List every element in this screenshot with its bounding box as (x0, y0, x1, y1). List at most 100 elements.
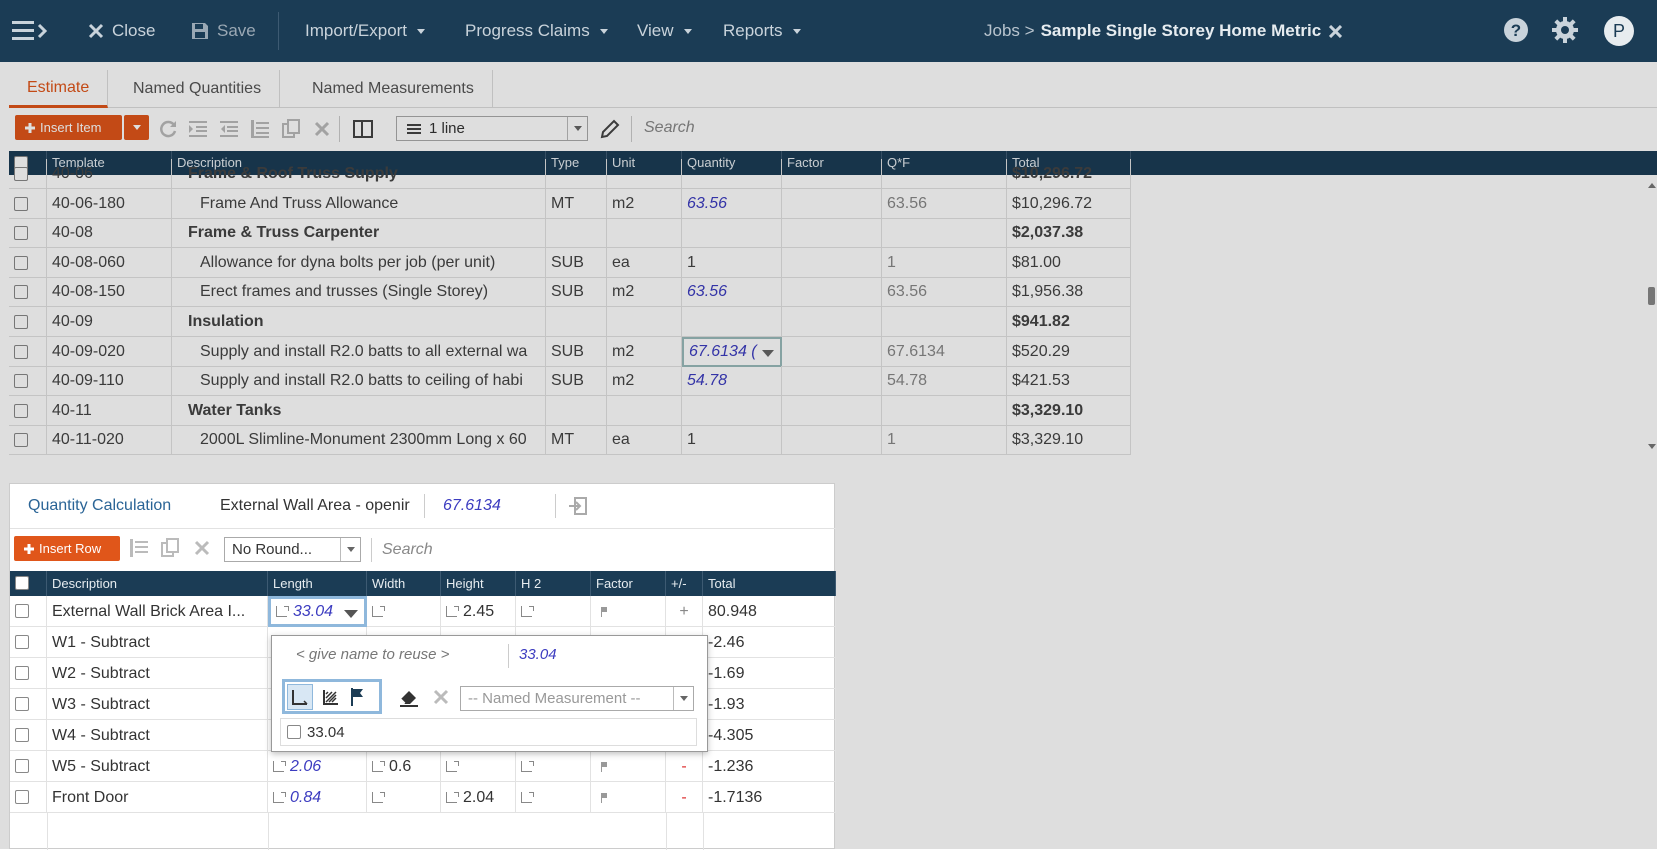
width-cell[interactable] (367, 782, 441, 813)
row-checkbox[interactable] (15, 728, 29, 742)
table-row[interactable]: Front Door 0.84 2.04 - -1.7136 (10, 782, 836, 813)
row-select-cell[interactable] (10, 782, 47, 813)
dropdown-arrow-icon (673, 687, 693, 710)
row-select-cell[interactable] (10, 596, 47, 627)
quantity-name-field[interactable]: External Wall Area - openir (220, 484, 433, 528)
plus-icon (24, 543, 34, 554)
row-checkbox[interactable] (15, 666, 29, 680)
length-cell[interactable]: 2.06 (268, 751, 367, 782)
close-button[interactable]: Close (88, 0, 155, 62)
total-cell[interactable]: -2.46 (703, 627, 836, 658)
total-cell[interactable]: -1.7136 (703, 782, 836, 813)
help-icon[interactable]: ? (1502, 16, 1530, 44)
rounding-select[interactable]: No Round... (224, 537, 361, 562)
menu-import-export[interactable]: Import/Export (305, 0, 426, 62)
copy-icon[interactable] (159, 537, 181, 559)
table-row[interactable]: External Wall Brick Area I... 33.04 2.45 +8… (10, 596, 836, 627)
row-select-cell[interactable] (10, 627, 47, 658)
row-select-cell[interactable] (10, 751, 47, 782)
column-header-description[interactable]: Description (47, 571, 268, 596)
row-checkbox[interactable] (15, 697, 29, 711)
caret-down-icon (417, 28, 426, 34)
length-dropdown-icon[interactable] (344, 610, 358, 618)
row-checkbox[interactable] (15, 790, 29, 804)
delete-icon[interactable] (431, 687, 451, 707)
height-cell[interactable]: 2.45 (441, 596, 516, 627)
qcalc-search-input[interactable]: Search (382, 541, 433, 559)
close-job-icon[interactable] (1329, 24, 1343, 38)
total-cell[interactable]: -1.93 (703, 689, 836, 720)
row-select-cell[interactable] (10, 689, 47, 720)
h2-cell[interactable] (516, 596, 591, 627)
h2-cell[interactable] (516, 751, 591, 782)
total-cell[interactable]: -1.236 (703, 751, 836, 782)
sign-cell[interactable]: + (666, 596, 703, 627)
avatar-letter: P (1612, 20, 1625, 41)
eraser-icon[interactable] (398, 686, 420, 708)
h2-cell[interactable] (516, 782, 591, 813)
measurement-name-input[interactable]: < give name to reuse > (296, 646, 449, 663)
total-cell[interactable]: 80.948 (703, 596, 836, 627)
column-header-factor[interactable]: Factor (591, 571, 666, 596)
measurement-type-icon (372, 606, 385, 618)
height-cell[interactable] (441, 751, 516, 782)
description-cell[interactable]: W4 - Subtract (47, 720, 268, 751)
measurement-list-item[interactable]: 33.04 (280, 718, 697, 746)
width-cell[interactable]: 0.6 (367, 751, 441, 782)
factor-cell[interactable] (591, 751, 666, 782)
caret-down-icon (683, 28, 692, 34)
measurement-checkbox[interactable] (287, 725, 301, 739)
settings-gear-icon[interactable] (1551, 16, 1579, 44)
named-measurement-select[interactable]: -- Named Measurement -- (460, 686, 694, 711)
row-select-cell[interactable] (10, 720, 47, 751)
description-cell[interactable]: W5 - Subtract (47, 751, 268, 782)
flag-icon (601, 606, 607, 617)
description-cell[interactable]: External Wall Brick Area I... (47, 596, 268, 627)
column-header-sign[interactable]: +/- (666, 571, 703, 596)
menu-reports[interactable]: Reports (723, 0, 801, 62)
breadcrumb-jobs[interactable]: Jobs > (984, 21, 1035, 41)
factor-cell[interactable] (591, 782, 666, 813)
apply-exit-icon[interactable] (568, 496, 588, 516)
group-rows-icon[interactable] (128, 537, 150, 559)
factor-cell[interactable] (591, 596, 666, 627)
menu-progress-claims[interactable]: Progress Claims (465, 0, 608, 62)
description-cell[interactable]: W3 - Subtract (47, 689, 268, 720)
column-header-h2[interactable]: H 2 (516, 571, 591, 596)
column-header-length[interactable]: Length (268, 571, 367, 596)
description-cell[interactable]: W1 - Subtract (47, 627, 268, 658)
save-button[interactable]: Save (191, 0, 256, 62)
description-cell[interactable]: Front Door (47, 782, 268, 813)
row-checkbox[interactable] (15, 604, 29, 618)
measurement-value[interactable]: 33.04 (519, 646, 557, 663)
sign-cell[interactable]: - (666, 782, 703, 813)
sign-cell[interactable]: - (666, 751, 703, 782)
total-cell[interactable]: -1.69 (703, 658, 836, 689)
length-mode-icon[interactable] (287, 683, 313, 710)
row-checkbox[interactable] (15, 635, 29, 649)
width-cell[interactable] (367, 596, 441, 627)
length-cell[interactable]: 33.04 (268, 596, 367, 627)
measurement-type-icon (372, 792, 385, 804)
area-mode-icon[interactable] (321, 687, 341, 707)
total-cell[interactable]: -4.305 (703, 720, 836, 751)
row-select-cell[interactable] (10, 658, 47, 689)
column-header-width[interactable]: Width (367, 571, 441, 596)
select-all-checkbox[interactable] (15, 576, 29, 590)
table-row[interactable]: W5 - Subtract 2.06 0.6 - -1.236 (10, 751, 836, 782)
delete-icon[interactable] (191, 537, 213, 559)
row-checkbox[interactable] (15, 759, 29, 773)
length-cell[interactable]: 0.84 (268, 782, 367, 813)
insert-row-button[interactable]: Insert Row (14, 536, 120, 561)
height-cell[interactable]: 2.04 (441, 782, 516, 813)
column-header-total[interactable]: Total (703, 571, 836, 596)
save-icon (191, 22, 209, 40)
menu-toggle-icon[interactable] (12, 20, 50, 42)
avatar[interactable]: P (1604, 16, 1634, 46)
description-cell[interactable]: W2 - Subtract (47, 658, 268, 689)
svg-text:?: ? (1511, 21, 1521, 40)
menu-view[interactable]: View (637, 0, 692, 62)
header-select-all[interactable] (10, 571, 47, 596)
column-header-height[interactable]: Height (441, 571, 516, 596)
flag-mode-icon[interactable] (349, 687, 365, 707)
